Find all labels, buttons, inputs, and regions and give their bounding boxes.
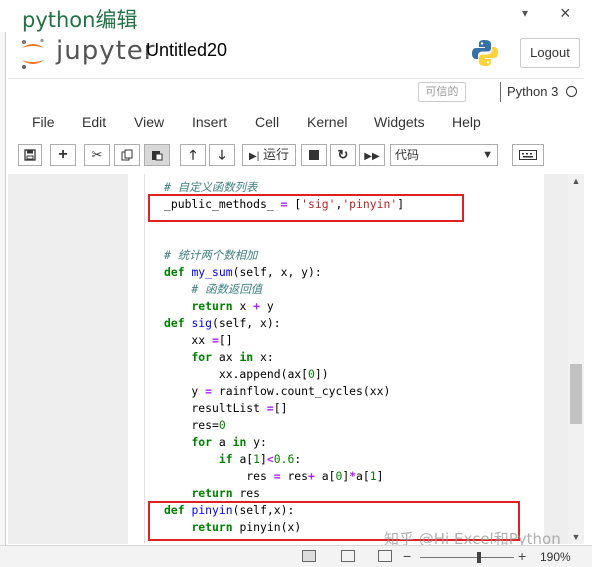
save-button[interactable] — [18, 144, 42, 166]
arrow-down-icon: 🡓 — [218, 147, 226, 162]
step-forward-icon: ▶| — [249, 151, 260, 162]
logout-button[interactable]: Logout — [520, 38, 580, 68]
keyboard-icon — [519, 150, 537, 160]
zoom-level[interactable]: 190% — [540, 550, 571, 564]
code-line-def: def my_sum(self, x, y): — [164, 265, 322, 279]
scroll-down-icon[interactable]: ▼ — [568, 532, 584, 542]
code-line: return x + y — [191, 299, 274, 313]
restart-run-all-button[interactable]: ▶▶ — [359, 144, 385, 166]
menu-edit[interactable]: Edit — [82, 114, 106, 130]
python-logo-icon — [472, 40, 498, 66]
menu-cell[interactable]: Cell — [255, 114, 279, 130]
jupyter-header: jupyter Untitled20 Logout — [8, 34, 592, 78]
code-line: # 自定义函数列表 — [164, 180, 258, 194]
menu-view[interactable]: View — [134, 114, 164, 130]
scissors-icon: ✂ — [91, 147, 103, 162]
fast-forward-icon: ▶▶ — [364, 151, 380, 162]
page-break-view-icon[interactable] — [378, 550, 392, 562]
menu-file[interactable]: File — [32, 114, 55, 130]
add-cell-button[interactable]: + — [50, 144, 76, 166]
header-divider — [8, 78, 584, 79]
code-editor[interactable]: # 自定义函数列表 _public_methods_ = ['sig','pin… — [164, 179, 404, 536]
normal-view-icon[interactable] — [302, 550, 316, 562]
code-line: # 统计两个数相加 — [164, 248, 258, 262]
scrollbar-thumb[interactable] — [570, 364, 582, 424]
move-down-button[interactable]: 🡓 — [209, 144, 235, 166]
code-line: y = rainflow.count_cycles(xx) — [164, 384, 391, 398]
code-line: resultList =[] — [164, 401, 288, 415]
kernel-divider — [500, 82, 501, 102]
jupyter-logo-icon[interactable] — [20, 38, 46, 70]
notebook-name[interactable]: Untitled20 — [146, 40, 227, 61]
code-line: res = res+ a[0]*a[1] — [164, 469, 384, 483]
move-up-button[interactable]: 🡑 — [180, 144, 206, 166]
code-line: for ax in x: — [191, 350, 274, 364]
code-line: xx.append(ax[0]) — [164, 367, 329, 381]
menu-insert[interactable]: Insert — [192, 114, 227, 130]
code-line: # 函数返回值 — [164, 282, 263, 296]
notebook-page: # 自定义函数列表 _public_methods_ = ['sig','pin… — [128, 174, 544, 544]
arrow-up-icon: 🡑 — [189, 147, 197, 162]
jupyter-logo-text[interactable]: jupyter — [56, 36, 155, 66]
task-pane-header: python编辑 ▾ × — [0, 0, 592, 32]
paste-button[interactable] — [144, 144, 170, 166]
menu-widgets[interactable]: Widgets — [374, 114, 425, 130]
notebook-area: # 自定义函数列表 _public_methods_ = ['sig','pin… — [8, 174, 584, 544]
toolbar: + ✂ 🡑 🡓 ▶| 运行 ↻ ▶▶ 代码 ▼ — [8, 140, 584, 170]
cell-type-select[interactable]: 代码 ▼ — [390, 144, 498, 166]
stop-icon — [309, 150, 319, 160]
code-line: return res — [191, 486, 261, 500]
kernel-name: Python 3 — [507, 84, 559, 99]
interrupt-button[interactable] — [301, 144, 327, 166]
menubar: File Edit View Insert Cell Kernel Widget… — [8, 108, 584, 136]
chevron-down-icon[interactable]: ▾ — [522, 6, 528, 20]
page-layout-view-icon[interactable] — [341, 550, 355, 562]
save-icon — [24, 149, 36, 161]
menu-help[interactable]: Help — [452, 114, 481, 130]
copy-button[interactable] — [114, 144, 140, 166]
vertical-scrollbar[interactable]: ▲ ▼ — [568, 174, 584, 544]
kernel-idle-indicator-icon — [566, 86, 577, 97]
code-line: res=0 — [164, 418, 226, 432]
cut-button[interactable]: ✂ — [84, 144, 110, 166]
highlight-box-public-methods — [148, 194, 464, 222]
close-icon[interactable]: × — [560, 3, 571, 24]
cell-type-value: 代码 — [395, 148, 420, 162]
frame-left-edge — [0, 32, 6, 550]
refresh-icon: ↻ — [337, 147, 349, 162]
code-line: xx =[] — [164, 333, 233, 347]
zoom-out-icon[interactable]: − — [403, 548, 411, 564]
restart-button[interactable]: ↻ — [330, 144, 356, 166]
trusted-badge[interactable]: 可信的 — [418, 82, 466, 102]
chevron-down-icon: ▼ — [482, 149, 493, 161]
code-line: if a[1]<0.6: — [218, 452, 302, 466]
paste-icon — [152, 151, 163, 161]
zoom-in-icon[interactable]: + — [518, 548, 526, 564]
status-bar: − + 190% — [0, 545, 592, 567]
menu-kernel[interactable]: Kernel — [307, 114, 347, 130]
scroll-up-icon[interactable]: ▲ — [568, 176, 584, 186]
copy-icon — [121, 149, 133, 161]
command-palette-button[interactable] — [512, 144, 544, 166]
task-pane-title: python编辑 — [22, 8, 138, 32]
run-label: 运行 — [262, 147, 289, 162]
zoom-slider[interactable] — [420, 557, 514, 558]
code-line: for a in y: — [191, 435, 267, 449]
run-button[interactable]: ▶| 运行 — [242, 144, 296, 166]
zoom-slider-handle[interactable] — [477, 552, 481, 563]
code-line-def: def sig(self, x): — [164, 316, 281, 330]
